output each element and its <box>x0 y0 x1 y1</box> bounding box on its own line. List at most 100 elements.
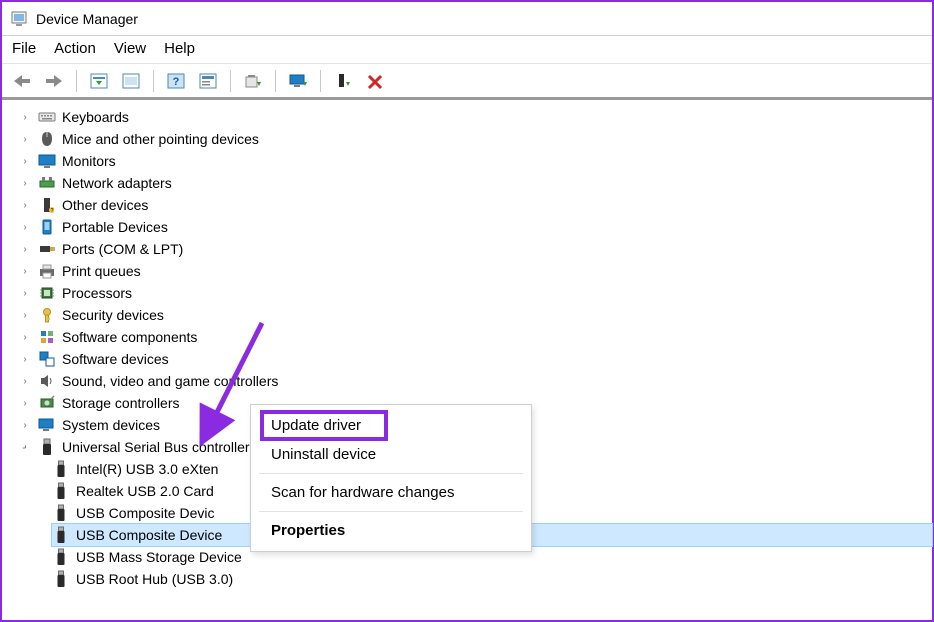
tree-item-mice[interactable]: › Mice and other pointing devices <box>18 128 932 150</box>
mouse-icon <box>38 130 56 148</box>
monitor-icon <box>38 152 56 170</box>
ctx-uninstall[interactable]: Uninstall device <box>251 440 531 469</box>
toolbar-separator <box>153 70 154 92</box>
toolbar: ? <box>2 64 932 100</box>
tree-item-monitors[interactable]: › Monitors <box>18 150 932 172</box>
tree-item-print[interactable]: › Print queues <box>18 260 932 282</box>
menu-action[interactable]: Action <box>54 40 96 57</box>
tree-label: Mice and other pointing devices <box>62 131 259 147</box>
portable-icon <box>38 218 56 236</box>
menu-file[interactable]: File <box>12 40 36 57</box>
ctx-separator <box>259 473 523 474</box>
show-hidden-button[interactable] <box>85 68 113 94</box>
tree-label: Network adapters <box>62 175 172 191</box>
ctx-scan[interactable]: Scan for hardware changes <box>251 478 531 507</box>
usb-device-icon <box>52 482 70 500</box>
tree-label: Processors <box>62 285 132 301</box>
system-icon <box>38 416 56 434</box>
tree-label: Monitors <box>62 153 116 169</box>
cpu-icon <box>38 284 56 302</box>
tree-label: Realtek USB 2.0 Card <box>76 483 214 499</box>
tree-label: Storage controllers <box>62 395 180 411</box>
tree-item-processors[interactable]: › Processors <box>18 282 932 304</box>
computer-button[interactable] <box>284 68 312 94</box>
toolbar-separator <box>275 70 276 92</box>
forward-button[interactable] <box>40 68 68 94</box>
title-bar: Device Manager <box>2 2 932 36</box>
ports-icon <box>38 240 56 258</box>
tree-label: Intel(R) USB 3.0 eXten <box>76 461 218 477</box>
chevron-right-icon[interactable]: › <box>18 110 32 124</box>
update-driver-button[interactable] <box>239 68 267 94</box>
usb-icon <box>38 438 56 456</box>
uninstall-button[interactable] <box>361 68 389 94</box>
tree-label: Print queues <box>62 263 141 279</box>
network-icon <box>38 174 56 192</box>
tree-item-ports[interactable]: › Ports (COM & LPT) <box>18 238 932 260</box>
tree-item-other[interactable]: ›?Other devices <box>18 194 932 216</box>
tree-label: USB Composite Device <box>76 527 222 543</box>
chevron-right-icon[interactable]: › <box>18 396 32 410</box>
keyboard-icon <box>38 108 56 126</box>
printer-icon <box>38 262 56 280</box>
chevron-right-icon[interactable]: › <box>18 286 32 300</box>
chevron-right-icon[interactable]: › <box>18 418 32 432</box>
back-button[interactable] <box>8 68 36 94</box>
tree-label: USB Root Hub (USB 3.0) <box>76 571 233 587</box>
toolbar-separator <box>76 70 77 92</box>
chevron-right-icon[interactable]: › <box>18 330 32 344</box>
tree-item-sound[interactable]: › Sound, video and game controllers <box>18 370 932 392</box>
ctx-separator <box>259 511 523 512</box>
speaker-icon <box>38 372 56 390</box>
menubar: File Action View Help <box>2 36 932 64</box>
chevron-right-icon[interactable]: › <box>18 154 32 168</box>
chevron-right-icon[interactable]: › <box>18 308 32 322</box>
properties-button[interactable] <box>194 68 222 94</box>
chevron-right-icon[interactable]: › <box>18 176 32 190</box>
tree-item-keyboards[interactable]: › Keyboards <box>18 106 932 128</box>
tree-item-security[interactable]: › Security devices <box>18 304 932 326</box>
usb-device-icon <box>52 504 70 522</box>
chevron-right-icon[interactable]: › <box>18 242 32 256</box>
window-title: Device Manager <box>36 11 138 27</box>
tree-item-swdevices[interactable]: › Software devices <box>18 348 932 370</box>
scan-button[interactable] <box>117 68 145 94</box>
tree-label: Software components <box>62 329 197 345</box>
chevron-right-icon[interactable]: › <box>18 132 32 146</box>
chevron-right-icon[interactable]: › <box>18 264 32 278</box>
tree-label: Universal Serial Bus controllers <box>62 439 257 455</box>
tree-label: USB Composite Devic <box>76 505 215 521</box>
usb-device-icon <box>52 526 70 544</box>
help-button[interactable]: ? <box>162 68 190 94</box>
software-components-icon <box>38 328 56 346</box>
tree-label: Software devices <box>62 351 169 367</box>
tree-label: Security devices <box>62 307 164 323</box>
usb-child-root[interactable]: USB Root Hub (USB 3.0) <box>52 568 932 590</box>
security-icon <box>38 306 56 324</box>
usb-device-icon <box>52 548 70 566</box>
context-menu: Update driver Uninstall device Scan for … <box>250 404 532 552</box>
app-icon <box>10 10 28 28</box>
ctx-properties[interactable]: Properties <box>251 516 531 545</box>
svg-text:?: ? <box>51 208 54 213</box>
tree-label: Keyboards <box>62 109 129 125</box>
toolbar-separator <box>320 70 321 92</box>
chevron-right-icon[interactable]: › <box>18 220 32 234</box>
tree-label: Ports (COM & LPT) <box>62 241 183 257</box>
chevron-right-icon[interactable]: › <box>18 352 32 366</box>
storage-icon <box>38 394 56 412</box>
chevron-right-icon[interactable]: › <box>18 374 32 388</box>
tree-item-swcomponents[interactable]: › Software components <box>18 326 932 348</box>
menu-view[interactable]: View <box>114 40 146 57</box>
menu-help[interactable]: Help <box>164 40 195 57</box>
tree-label: System devices <box>62 417 160 433</box>
chevron-right-icon[interactable]: › <box>18 198 32 212</box>
tree-label: Sound, video and game controllers <box>62 373 278 389</box>
svg-text:?: ? <box>173 76 180 88</box>
tree-item-network[interactable]: › Network adapters <box>18 172 932 194</box>
tree-item-portable[interactable]: ›Portable Devices <box>18 216 932 238</box>
chevron-down-icon[interactable]: › <box>15 437 35 457</box>
tree-label: USB Mass Storage Device <box>76 549 242 565</box>
device-button[interactable] <box>329 68 357 94</box>
ctx-update-driver[interactable]: Update driver <box>251 411 531 440</box>
